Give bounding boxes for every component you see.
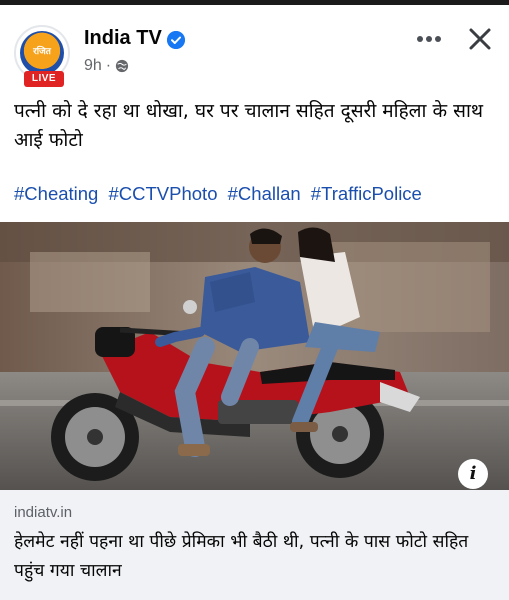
hashtag-link[interactable]: #TrafficPolice xyxy=(311,183,422,204)
avatar-logo: रजित xyxy=(20,31,64,75)
meta-separator: · xyxy=(105,57,112,74)
motorcycle-photo-illustration xyxy=(0,222,509,490)
hashtag-link[interactable]: #Challan xyxy=(228,183,301,204)
post-meta: 9h · xyxy=(84,57,129,75)
link-preview-card[interactable]: indiatv.in हेलमेट नहीं पहना था पीछे प्रे… xyxy=(0,490,509,600)
globe-icon xyxy=(116,59,129,73)
link-title[interactable]: हेलमेट नहीं पहना था पीछे प्रेमिका भी बैठ… xyxy=(14,528,494,586)
post-photo[interactable]: i xyxy=(0,222,509,490)
live-badge: LIVE xyxy=(24,71,64,87)
hashtag-list: #Cheating #CCTVPhoto #Challan #TrafficPo… xyxy=(14,183,504,205)
post-time[interactable]: 9h xyxy=(84,57,102,75)
avatar-text: रजित xyxy=(33,47,51,57)
post-text: पत्नी को दे रहा था धोखा, घर पर चालान सहि… xyxy=(14,100,484,151)
page-avatar[interactable]: रजित LIVE xyxy=(14,25,70,87)
page-name[interactable]: India TV xyxy=(84,27,162,50)
link-domain: indiatv.in xyxy=(14,504,73,521)
verified-badge-icon xyxy=(167,31,185,49)
hashtag-link[interactable]: #CCTVPhoto xyxy=(108,183,217,204)
hashtag-link[interactable]: #Cheating xyxy=(14,183,98,204)
post-header: रजित LIVE India TV 9h · xyxy=(0,5,509,93)
more-options-icon[interactable] xyxy=(412,27,446,51)
info-icon[interactable]: i xyxy=(458,459,488,489)
close-icon[interactable] xyxy=(466,25,494,53)
